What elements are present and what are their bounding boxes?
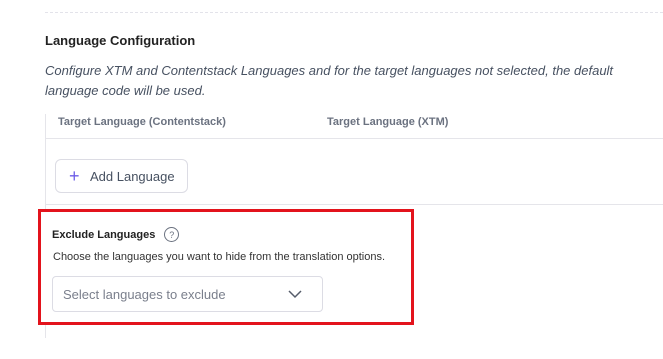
exclude-languages-description: Choose the languages you want to hide fr…	[53, 251, 386, 263]
column-header-xtm: Target Language (XTM)	[327, 116, 449, 128]
section-description: Configure XTM and Contentstack Languages…	[45, 63, 614, 98]
chevron-down-icon	[288, 290, 302, 299]
add-language-label: Add Language	[90, 168, 175, 184]
help-icon[interactable]: ?	[164, 227, 180, 242]
section-title: Language Configuration	[45, 33, 196, 48]
table-header-divider	[45, 138, 663, 139]
exclude-languages-heading: Exclude Languages ?	[52, 227, 180, 242]
table-footer-divider	[45, 204, 663, 205]
add-language-button[interactable]: + Add Language	[55, 159, 188, 193]
column-header-contentstack: Target Language (Contentstack)	[58, 116, 226, 128]
plus-icon: +	[69, 166, 80, 186]
exclude-languages-title: Exclude Languages	[52, 228, 156, 241]
top-divider	[45, 12, 663, 13]
select-placeholder: Select languages to exclude	[63, 286, 226, 302]
exclude-languages-select[interactable]: Select languages to exclude	[52, 276, 323, 312]
